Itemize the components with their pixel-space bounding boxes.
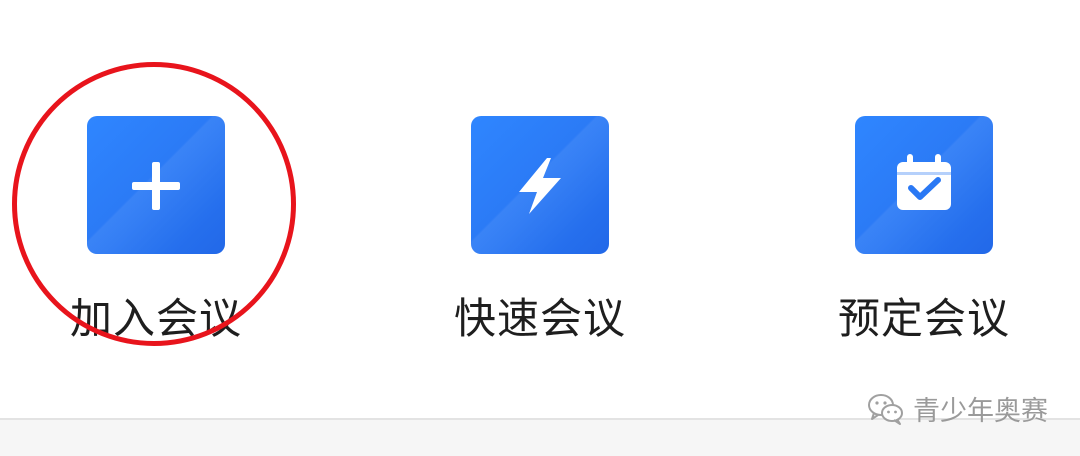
quick-meeting-label: 快速会议 [453, 294, 626, 343]
join-meeting-tile[interactable] [87, 116, 225, 254]
quick-meeting-tile[interactable] [471, 116, 609, 254]
quick-meeting-button[interactable]: 快速会议 [430, 0, 650, 360]
schedule-meeting-tile[interactable] [855, 116, 993, 254]
wechat-icon [868, 394, 903, 425]
join-meeting-button[interactable]: 加入会议 [46, 0, 266, 360]
watermark: 青少年奥赛 [865, 386, 1048, 430]
calendar-check-icon [897, 154, 951, 210]
schedule-meeting-button[interactable]: 预定会议 [814, 0, 1034, 360]
join-meeting-label: 加入会议 [69, 294, 242, 343]
plus-icon [132, 162, 180, 210]
watermark-text: 青少年奥赛 [913, 395, 1048, 427]
schedule-meeting-label: 预定会议 [837, 294, 1010, 343]
lightning-bolt-icon [519, 158, 561, 214]
